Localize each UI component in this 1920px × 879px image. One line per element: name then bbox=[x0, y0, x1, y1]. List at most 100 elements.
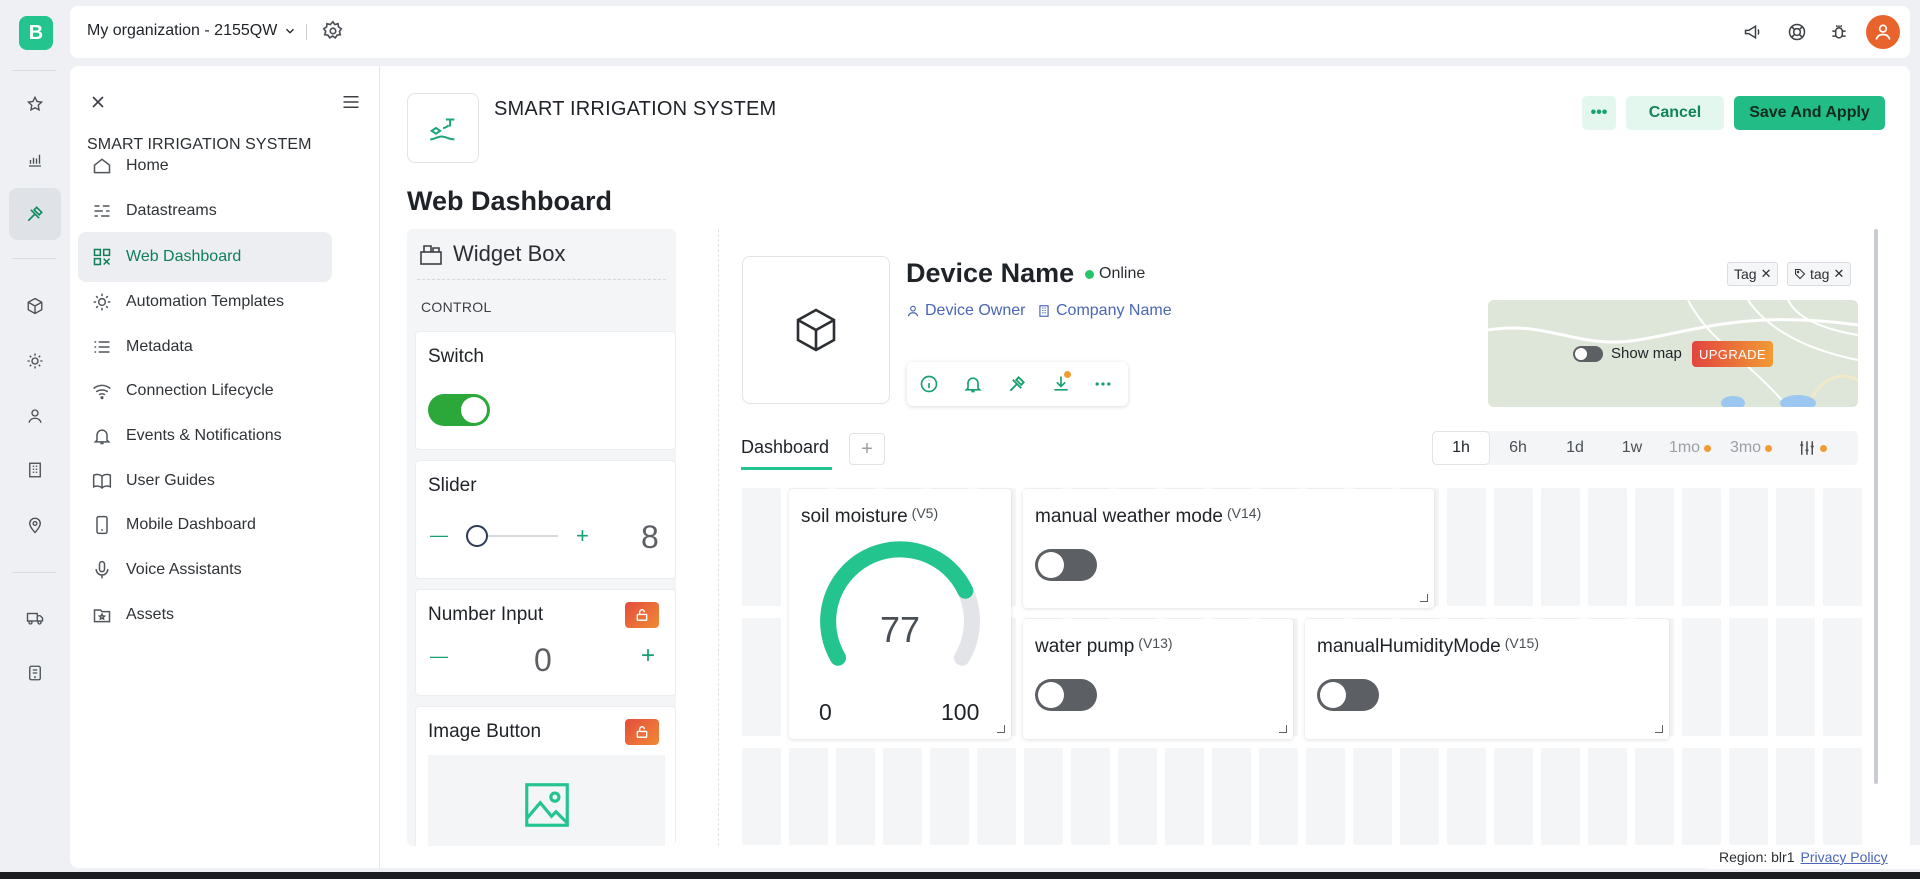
show-map-toggle[interactable]: Show map bbox=[1573, 345, 1682, 362]
widget-title: manualHumidityMode (V15) bbox=[1317, 635, 1539, 658]
automation-icon bbox=[93, 293, 111, 311]
organization-name: My organization - 2155QW bbox=[87, 22, 278, 39]
widget-pin: (V14) bbox=[1227, 505, 1262, 521]
app-logo[interactable]: B bbox=[19, 16, 53, 50]
grid-cell bbox=[1776, 748, 1815, 845]
menu-icon[interactable] bbox=[342, 94, 362, 112]
switch-toggle[interactable] bbox=[1035, 679, 1097, 711]
map-toggle[interactable] bbox=[1573, 345, 1603, 362]
image-button-widget-card[interactable]: Image Button bbox=[415, 706, 676, 846]
number-plus: + bbox=[641, 642, 656, 669]
star-icon[interactable] bbox=[17, 86, 53, 122]
range-1d[interactable]: 1d bbox=[1546, 431, 1604, 465]
switch-toggle[interactable] bbox=[1035, 549, 1097, 581]
resize-handle[interactable] bbox=[997, 725, 1005, 733]
tab-dashboard[interactable]: Dashboard bbox=[741, 437, 829, 458]
bug-icon[interactable] bbox=[1827, 20, 1851, 44]
sidebar-item-web-dashboard[interactable]: Web Dashboard bbox=[78, 232, 332, 282]
privacy-policy-link[interactable]: Privacy Policy bbox=[1801, 849, 1888, 865]
close-icon[interactable] bbox=[88, 92, 110, 114]
users-icon[interactable] bbox=[17, 398, 53, 434]
fleet-icon[interactable] bbox=[17, 600, 53, 636]
tools-icon[interactable] bbox=[1007, 374, 1027, 394]
switch-widget-manual-humidity-mode[interactable]: manualHumidityMode (V15) bbox=[1305, 619, 1669, 739]
device-owner-link[interactable]: Device Owner bbox=[906, 302, 1025, 320]
grid-cell bbox=[1400, 748, 1439, 845]
cube-icon[interactable] bbox=[17, 288, 53, 324]
help-icon[interactable] bbox=[1785, 20, 1809, 44]
sidebar-item-label: Web Dashboard bbox=[126, 248, 242, 265]
switch-widget-water-pump[interactable]: water pump (V13) bbox=[1023, 619, 1293, 739]
switch-widget-card[interactable]: Switch bbox=[415, 331, 676, 450]
sidebar-item-automation-templates[interactable]: Automation Templates bbox=[78, 277, 332, 327]
resize-handle[interactable] bbox=[1655, 725, 1663, 733]
more-options-button[interactable]: ••• bbox=[1582, 96, 1616, 130]
developer-zone-icon[interactable] bbox=[9, 188, 61, 240]
building-icon bbox=[1039, 305, 1049, 317]
sliders-icon bbox=[1799, 441, 1814, 455]
sidebar-item-label: Events & Notifications bbox=[126, 427, 282, 444]
add-tab-button[interactable]: + bbox=[849, 433, 885, 465]
template-image[interactable] bbox=[407, 93, 479, 163]
more-icon[interactable] bbox=[1093, 374, 1113, 394]
range-1mo[interactable]: 1mo bbox=[1660, 431, 1720, 465]
widget-title-text: manualHumidityMode bbox=[1317, 636, 1501, 657]
widget-box: Widget Box CONTROL Switch Slider — + 8 N… bbox=[407, 229, 676, 846]
widget-category: CONTROL bbox=[421, 299, 492, 315]
sidebar-item-user-guides[interactable]: User Guides bbox=[78, 456, 332, 506]
cube-icon bbox=[796, 308, 836, 352]
device-owner-text: Device Owner bbox=[925, 302, 1026, 319]
sidebar-item-label: User Guides bbox=[126, 472, 215, 489]
sidebar-item-voice-assistants[interactable]: Voice Assistants bbox=[78, 545, 332, 595]
range-1h[interactable]: 1h bbox=[1432, 431, 1490, 465]
app-rail: B bbox=[0, 0, 70, 879]
grid-cell bbox=[1541, 488, 1580, 606]
range-3mo[interactable]: 3mo bbox=[1720, 431, 1782, 465]
sidebar-item-home[interactable]: Home bbox=[78, 141, 332, 191]
tag-chip[interactable]: tag ✕ bbox=[1787, 262, 1852, 286]
firmware-icon[interactable] bbox=[17, 655, 53, 691]
sidebar-item-metadata[interactable]: Metadata bbox=[78, 322, 332, 372]
range-6h[interactable]: 6h bbox=[1490, 431, 1546, 465]
template-name: SMART IRRIGATION SYSTEM bbox=[494, 98, 777, 120]
switch-toggle[interactable] bbox=[1317, 679, 1379, 711]
grid-cell bbox=[1682, 618, 1721, 736]
sidebar-item-assets[interactable]: Assets bbox=[78, 590, 332, 640]
avatar[interactable] bbox=[1866, 15, 1900, 49]
scrollbar[interactable] bbox=[1874, 229, 1878, 784]
grid-cell bbox=[1682, 748, 1721, 845]
sidebar-item-label: Automation Templates bbox=[126, 293, 285, 310]
sidebar-item-mobile-dashboard[interactable]: Mobile Dashboard bbox=[78, 500, 332, 550]
device-image[interactable] bbox=[742, 256, 890, 404]
resize-handle[interactable] bbox=[1279, 725, 1287, 733]
cancel-button[interactable]: Cancel bbox=[1626, 96, 1724, 130]
slider-widget-card[interactable]: Slider — + 8 bbox=[415, 460, 676, 579]
company-name-link[interactable]: Company Name bbox=[1037, 302, 1172, 320]
company-name-text: Company Name bbox=[1056, 302, 1172, 319]
resize-handle[interactable] bbox=[1420, 594, 1428, 602]
range-1w[interactable]: 1w bbox=[1604, 431, 1660, 465]
sidebar-item-datastreams[interactable]: Datastreams bbox=[78, 186, 332, 236]
close-icon[interactable]: ✕ bbox=[1761, 266, 1772, 282]
building-icon[interactable] bbox=[17, 452, 53, 488]
automation-icon[interactable] bbox=[17, 343, 53, 379]
organization-selector[interactable]: My organization - 2155QW bbox=[87, 22, 297, 40]
switch-widget-manual-weather-mode[interactable]: manual weather mode (V14) bbox=[1023, 489, 1434, 608]
gauge-widget-soil-moisture[interactable]: soil moisture (V5) 77 0 100 bbox=[789, 489, 1011, 739]
sidebar-item-events-notifications[interactable]: Events & Notifications bbox=[78, 411, 332, 461]
analytics-icon[interactable] bbox=[17, 142, 53, 178]
sidebar-item-connection-lifecycle[interactable]: Connection Lifecycle bbox=[78, 366, 332, 416]
close-icon[interactable]: ✕ bbox=[1833, 266, 1844, 282]
save-and-apply-button[interactable]: Save And Apply bbox=[1734, 96, 1885, 130]
announcement-icon[interactable] bbox=[1741, 20, 1765, 44]
status-text: Online bbox=[1099, 265, 1146, 282]
info-icon[interactable] bbox=[919, 374, 939, 394]
download-icon[interactable] bbox=[1051, 371, 1071, 394]
location-icon[interactable] bbox=[17, 507, 53, 543]
bell-icon[interactable] bbox=[963, 374, 983, 394]
tag-chip[interactable]: Tag ✕ bbox=[1727, 262, 1779, 286]
gear-icon[interactable] bbox=[322, 20, 346, 44]
upgrade-button[interactable]: UPGRADE bbox=[1692, 341, 1773, 367]
number-input-widget-card[interactable]: Number Input — 0 + bbox=[415, 589, 676, 696]
custom-range-button[interactable] bbox=[1782, 431, 1842, 465]
